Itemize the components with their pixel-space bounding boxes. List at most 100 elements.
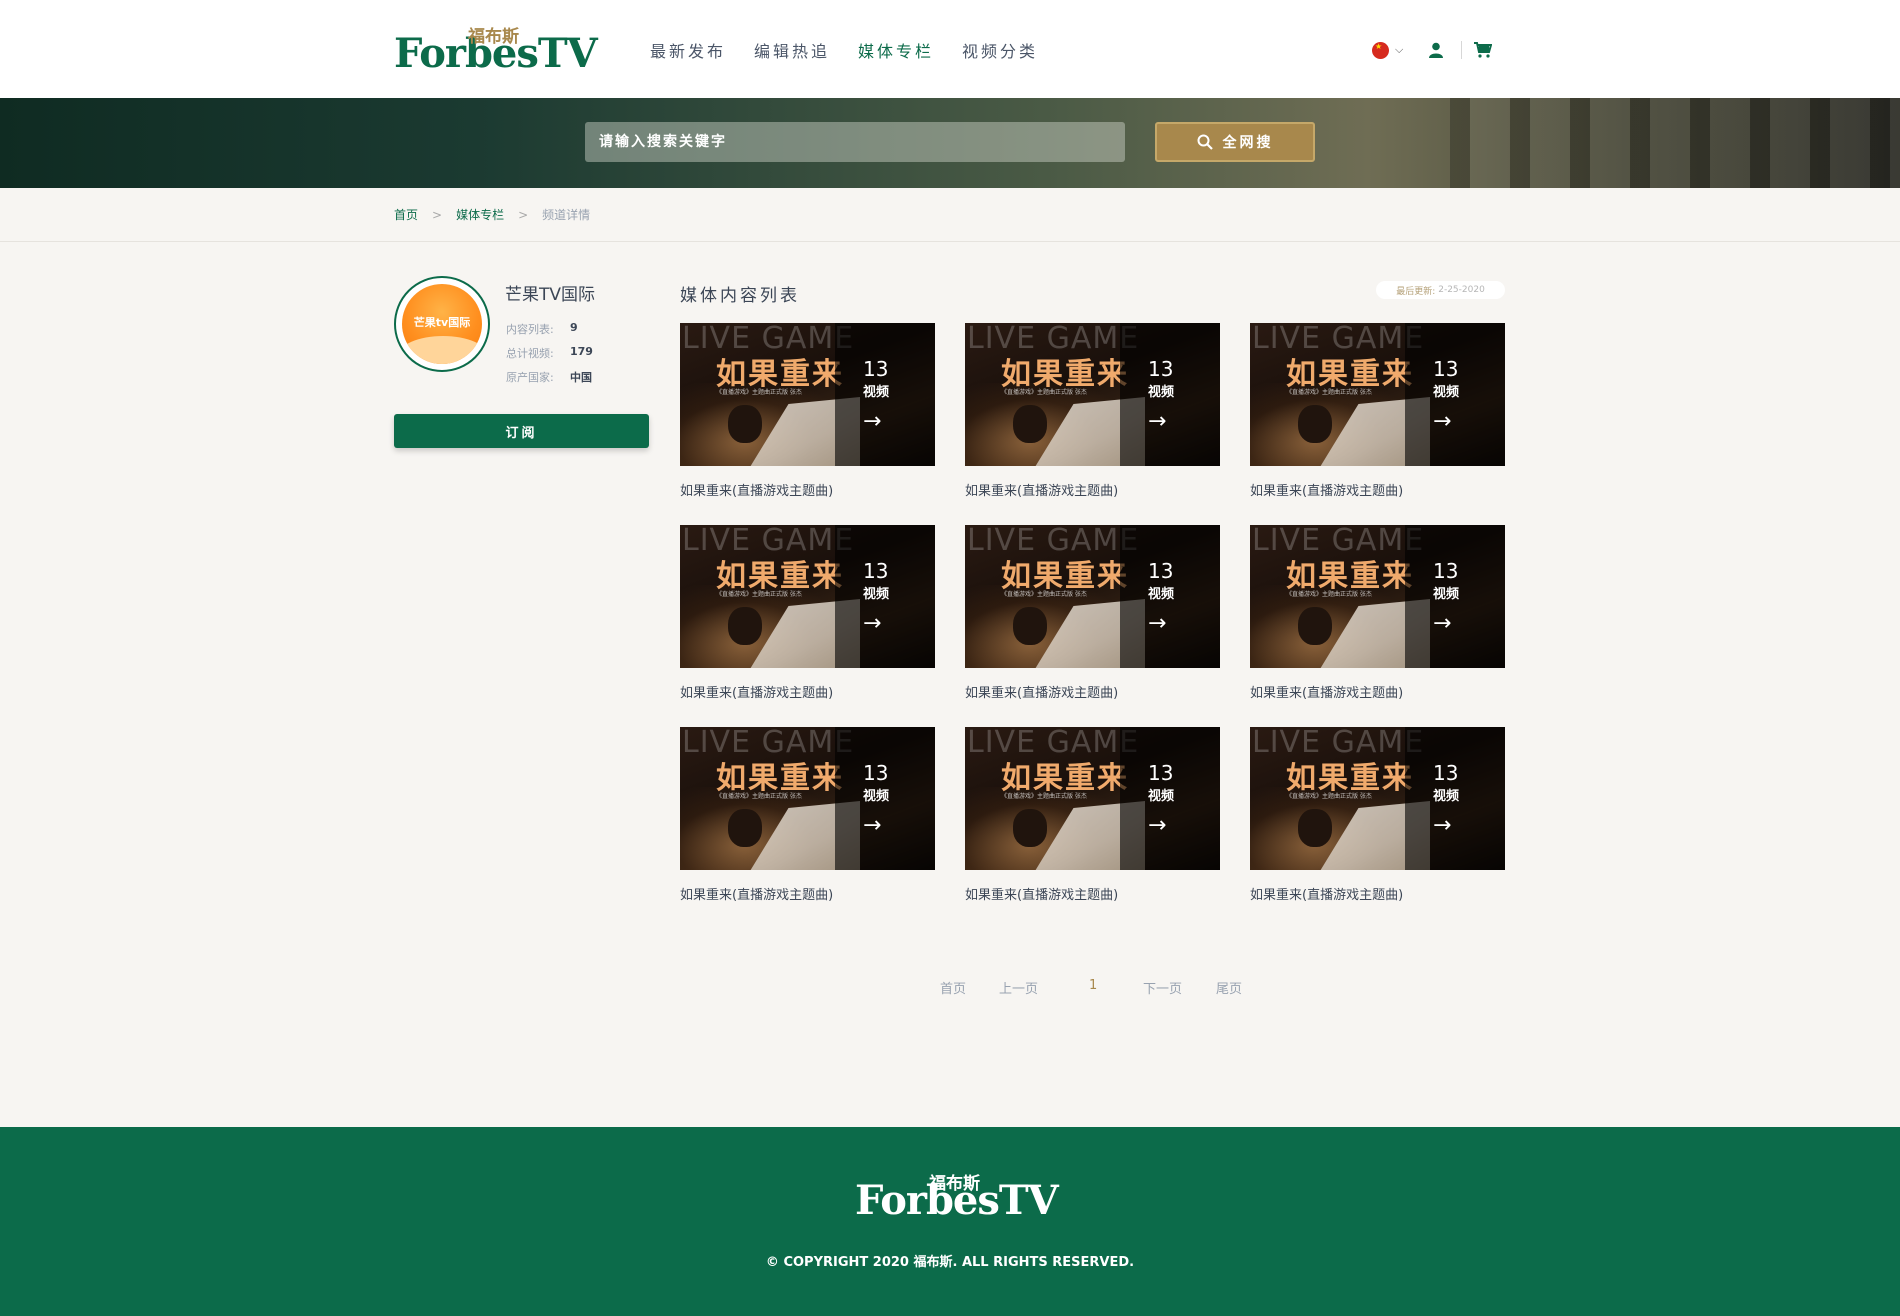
search-input[interactable] [585, 122, 1125, 162]
page-current[interactable]: 1 [1089, 978, 1097, 993]
site-footer: ForbesTV 福布斯 © COPYRIGHT 2020 福布斯. ALL R… [0, 1127, 1900, 1316]
video-card[interactable]: LIVE GAME 如果重来 《直播游戏》主题曲正式版 张杰 13 视频 → 如果重来(直播… [1250, 525, 1505, 727]
video-card[interactable]: LIVE GAME 如果重来 《直播游戏》主题曲正式版 张杰 13 视频 → 如果重来(直播… [1250, 323, 1505, 525]
channel-name: 芒果TV国际 [505, 285, 596, 305]
arrow-right-icon[interactable]: → [863, 409, 881, 434]
last-updated-badge: 最后更新: 2-25-2020 [1376, 281, 1505, 299]
video-count: 13 [863, 559, 889, 583]
breadcrumb-separator: > [518, 207, 529, 222]
video-card-title[interactable]: 如果重来(直播游戏主题曲) [965, 884, 1220, 903]
header-actions: ⌵ [1372, 38, 1493, 62]
page-last[interactable]: 尾页 [1216, 978, 1242, 997]
video-count: 13 [863, 357, 889, 381]
page-first[interactable]: 首页 [940, 978, 966, 997]
video-count-label: 视频 [863, 587, 890, 602]
arrow-right-icon[interactable]: → [1148, 813, 1166, 838]
arrow-right-icon[interactable]: → [1148, 409, 1166, 434]
video-card-title[interactable]: 如果重来(直播游戏主题曲) [1250, 884, 1505, 903]
user-icon[interactable] [1427, 41, 1445, 59]
video-card-title[interactable]: 如果重来(直播游戏主题曲) [965, 682, 1220, 701]
video-count-label: 视频 [863, 789, 890, 804]
thumb-figure-head [728, 607, 762, 645]
footer-logo-cn: 福布斯 [929, 1174, 980, 1194]
arrow-right-icon[interactable]: → [1433, 611, 1451, 636]
thumb-subtitle: 《直播游戏》主题曲正式版 张杰 [1001, 591, 1087, 598]
thumb-figure-head [1298, 405, 1332, 443]
arrow-right-icon[interactable]: → [1433, 409, 1451, 434]
meta-value: 9 [570, 321, 578, 334]
breadcrumb-home[interactable]: 首页 [394, 206, 418, 223]
video-thumbnail[interactable]: LIVE GAME 如果重来 《直播游戏》主题曲正式版 张杰 13 视频 → [680, 727, 935, 870]
subscribe-button[interactable]: 订阅 [394, 414, 649, 448]
last-updated-label: 最后更新: [1396, 286, 1436, 297]
video-thumbnail[interactable]: LIVE GAME 如果重来 《直播游戏》主题曲正式版 张杰 13 视频 → [680, 525, 935, 668]
meta-total-videos: 总计视频: 179 [506, 345, 593, 361]
video-card[interactable]: LIVE GAME 如果重来 《直播游戏》主题曲正式版 张杰 13 视频 → 如果重来(直播… [1250, 727, 1505, 929]
thumb-subtitle: 《直播游戏》主题曲正式版 张杰 [1001, 389, 1087, 396]
page-next[interactable]: 下一页 [1143, 978, 1182, 997]
video-thumbnail[interactable]: LIVE GAME 如果重来 《直播游戏》主题曲正式版 张杰 13 视频 → [965, 323, 1220, 466]
arrow-right-icon[interactable]: → [863, 611, 881, 636]
copyright-text: © COPYRIGHT 2020 福布斯. ALL RIGHTS RESERVE… [765, 1255, 1135, 1270]
breadcrumb-media-column[interactable]: 媒体专栏 [456, 206, 504, 223]
video-card-title[interactable]: 如果重来(直播游戏主题曲) [1250, 682, 1505, 701]
video-card[interactable]: LIVE GAME 如果重来 《直播游戏》主题曲正式版 张杰 13 视频 → 如果重来(直播… [680, 525, 935, 727]
arrow-right-icon[interactable]: → [1148, 611, 1166, 636]
meta-key: 内容列表: [506, 323, 554, 336]
video-card-title[interactable]: 如果重来(直播游戏主题曲) [680, 682, 935, 701]
thumb-figure-head [1298, 607, 1332, 645]
breadcrumb: 首页 > 媒体专栏 > 频道详情 [394, 206, 590, 223]
meta-value: 179 [570, 345, 593, 358]
channel-avatar: 芒果tv国际 [394, 276, 490, 372]
video-thumbnail[interactable]: LIVE GAME 如果重来 《直播游戏》主题曲正式版 张杰 13 视频 → [965, 525, 1220, 668]
thumb-figure-head [1013, 607, 1047, 645]
chevron-down-icon[interactable]: ⌵ [1395, 43, 1403, 57]
thumb-subtitle: 《直播游戏》主题曲正式版 张杰 [716, 591, 802, 598]
video-thumbnail[interactable]: LIVE GAME 如果重来 《直播游戏》主题曲正式版 张杰 13 视频 → [1250, 323, 1505, 466]
footer-logo[interactable]: ForbesTV 福布斯 [855, 1171, 1059, 1223]
video-card-title[interactable]: 如果重来(直播游戏主题曲) [680, 480, 935, 499]
video-card[interactable]: LIVE GAME 如果重来 《直播游戏》主题曲正式版 张杰 13 视频 → 如果重来(直播… [965, 525, 1220, 727]
arrow-right-icon[interactable]: → [1433, 813, 1451, 838]
arrow-right-icon[interactable]: → [863, 813, 881, 838]
thumb-subtitle: 《直播游戏》主题曲正式版 张杰 [1286, 389, 1372, 396]
nav-item-editors-hot[interactable]: 编辑热追 [754, 38, 830, 62]
thumb-figure-head [1013, 809, 1047, 847]
meta-key: 总计视频: [506, 347, 554, 360]
video-card[interactable]: LIVE GAME 如果重来 《直播游戏》主题曲正式版 张杰 13 视频 → 如果重来(直播… [965, 727, 1220, 929]
forbes-tv-logo[interactable]: ForbesTV 福布斯 [394, 24, 598, 76]
nav-item-latest[interactable]: 最新发布 [650, 38, 726, 62]
china-flag-icon[interactable] [1372, 41, 1389, 59]
video-thumbnail[interactable]: LIVE GAME 如果重来 《直播游戏》主题曲正式版 张杰 13 视频 → [680, 323, 935, 466]
video-count: 13 [1148, 357, 1174, 381]
avatar-wave [402, 336, 482, 364]
header-divider [1461, 41, 1463, 59]
page-prev[interactable]: 上一页 [999, 978, 1038, 997]
video-thumbnail[interactable]: LIVE GAME 如果重来 《直播游戏》主题曲正式版 张杰 13 视频 → [1250, 727, 1505, 870]
search-button[interactable]: 全网搜 [1155, 122, 1315, 162]
video-card[interactable]: LIVE GAME 如果重来 《直播游戏》主题曲正式版 张杰 13 视频 → 如果重来(直播… [680, 727, 935, 929]
thumb-subtitle: 《直播游戏》主题曲正式版 张杰 [1286, 591, 1372, 598]
content-list-title: 媒体内容列表 [680, 286, 800, 306]
cart-icon[interactable] [1474, 41, 1493, 59]
video-count-label: 视频 [1433, 789, 1460, 804]
video-card[interactable]: LIVE GAME 如果重来 《直播游戏》主题曲正式版 张杰 13 视频 → 如果重来(直播… [965, 323, 1220, 525]
video-thumbnail[interactable]: LIVE GAME 如果重来 《直播游戏》主题曲正式版 张杰 13 视频 → [965, 727, 1220, 870]
last-updated-value: 2-25-2020 [1438, 285, 1485, 295]
video-card-title[interactable]: 如果重来(直播游戏主题曲) [1250, 480, 1505, 499]
video-count-label: 视频 [1433, 385, 1460, 400]
breadcrumb-separator: > [432, 207, 443, 222]
nav-item-video-categories[interactable]: 视频分类 [962, 38, 1038, 62]
video-count: 13 [1433, 357, 1459, 381]
video-count-label: 视频 [1148, 587, 1175, 602]
video-count: 13 [1433, 559, 1459, 583]
video-count: 13 [1433, 761, 1459, 785]
video-thumbnail[interactable]: LIVE GAME 如果重来 《直播游戏》主题曲正式版 张杰 13 视频 → [1250, 525, 1505, 668]
thumb-subtitle: 《直播游戏》主题曲正式版 张杰 [1286, 793, 1372, 800]
nav-item-media-column[interactable]: 媒体专栏 [858, 38, 934, 62]
video-card-title[interactable]: 如果重来(直播游戏主题曲) [680, 884, 935, 903]
breadcrumb-current: 频道详情 [542, 208, 591, 222]
video-card-title[interactable]: 如果重来(直播游戏主题曲) [965, 480, 1220, 499]
video-card[interactable]: LIVE GAME 如果重来 《直播游戏》主题曲正式版 张杰 13 视频 → 如果重来(直播… [680, 323, 935, 525]
meta-value: 中国 [570, 371, 592, 384]
